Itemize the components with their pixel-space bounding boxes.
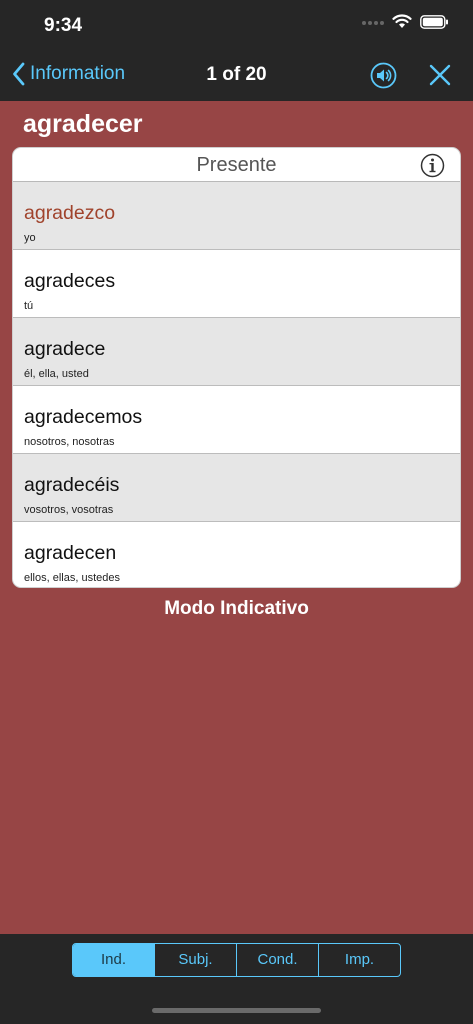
status-icons [362, 14, 449, 29]
close-button[interactable] [428, 63, 452, 92]
conjugated-form: agradecemos [24, 406, 143, 428]
conjugation-row[interactable]: agradeces tú [13, 250, 460, 318]
conjugation-row[interactable]: agradecéis vosotros, vosotras [13, 454, 460, 522]
mood-segmented-control: Ind. Subj. Cond. Imp. [72, 943, 401, 977]
conjugated-form: agradecéis [24, 474, 120, 496]
cellular-signal-icon [362, 20, 384, 25]
conjugated-form: agradeces [24, 270, 116, 292]
conjugation-row[interactable]: agradecen ellos, ellas, ustedes [13, 522, 460, 587]
mood-tab-imperative[interactable]: Imp. [319, 944, 400, 976]
conjugation-card: Presente agradezco yo agradeces tú agrad… [12, 147, 461, 588]
speak-button[interactable] [370, 62, 397, 94]
close-icon [429, 64, 451, 86]
conjugated-form: agradece [24, 338, 106, 360]
mood-tab-indicative[interactable]: Ind. [73, 944, 155, 976]
wifi-icon [392, 14, 412, 28]
mood-tab-conditional[interactable]: Cond. [237, 944, 319, 976]
conjugated-form: agradecen [24, 542, 117, 564]
tense-header: Presente [13, 148, 460, 182]
pronoun-label: vosotros, vosotras [24, 504, 114, 516]
speaker-icon [370, 62, 397, 89]
page-counter: 1 of 20 [206, 64, 267, 85]
nav-bar: Information 1 of 20 [0, 50, 473, 101]
tense-title: Presente [196, 154, 277, 176]
conjugation-row[interactable]: agradezco yo [13, 182, 460, 250]
status-bar: 9:34 [0, 0, 473, 50]
verb-title: agradecer [23, 110, 143, 138]
info-icon[interactable] [420, 153, 445, 178]
conjugation-row[interactable]: agradecemos nosotros, nosotras [13, 386, 460, 454]
mood-tab-subjunctive[interactable]: Subj. [155, 944, 237, 976]
home-indicator[interactable] [152, 1008, 321, 1013]
mood-label: Modo Indicativo [164, 598, 309, 619]
pronoun-label: yo [24, 232, 36, 244]
conjugated-form: agradezco [24, 202, 116, 224]
pronoun-label: ellos, ellas, ustedes [24, 572, 120, 584]
bottom-toolbar: Ind. Subj. Cond. Imp. [0, 934, 473, 1024]
battery-icon [420, 14, 448, 29]
pronoun-label: nosotros, nosotras [24, 436, 115, 448]
conjugation-row[interactable]: agradece él, ella, usted [13, 318, 460, 386]
status-time: 9:34 [44, 15, 83, 36]
pronoun-label: tú [24, 300, 34, 312]
pronoun-label: él, ella, usted [24, 368, 89, 380]
